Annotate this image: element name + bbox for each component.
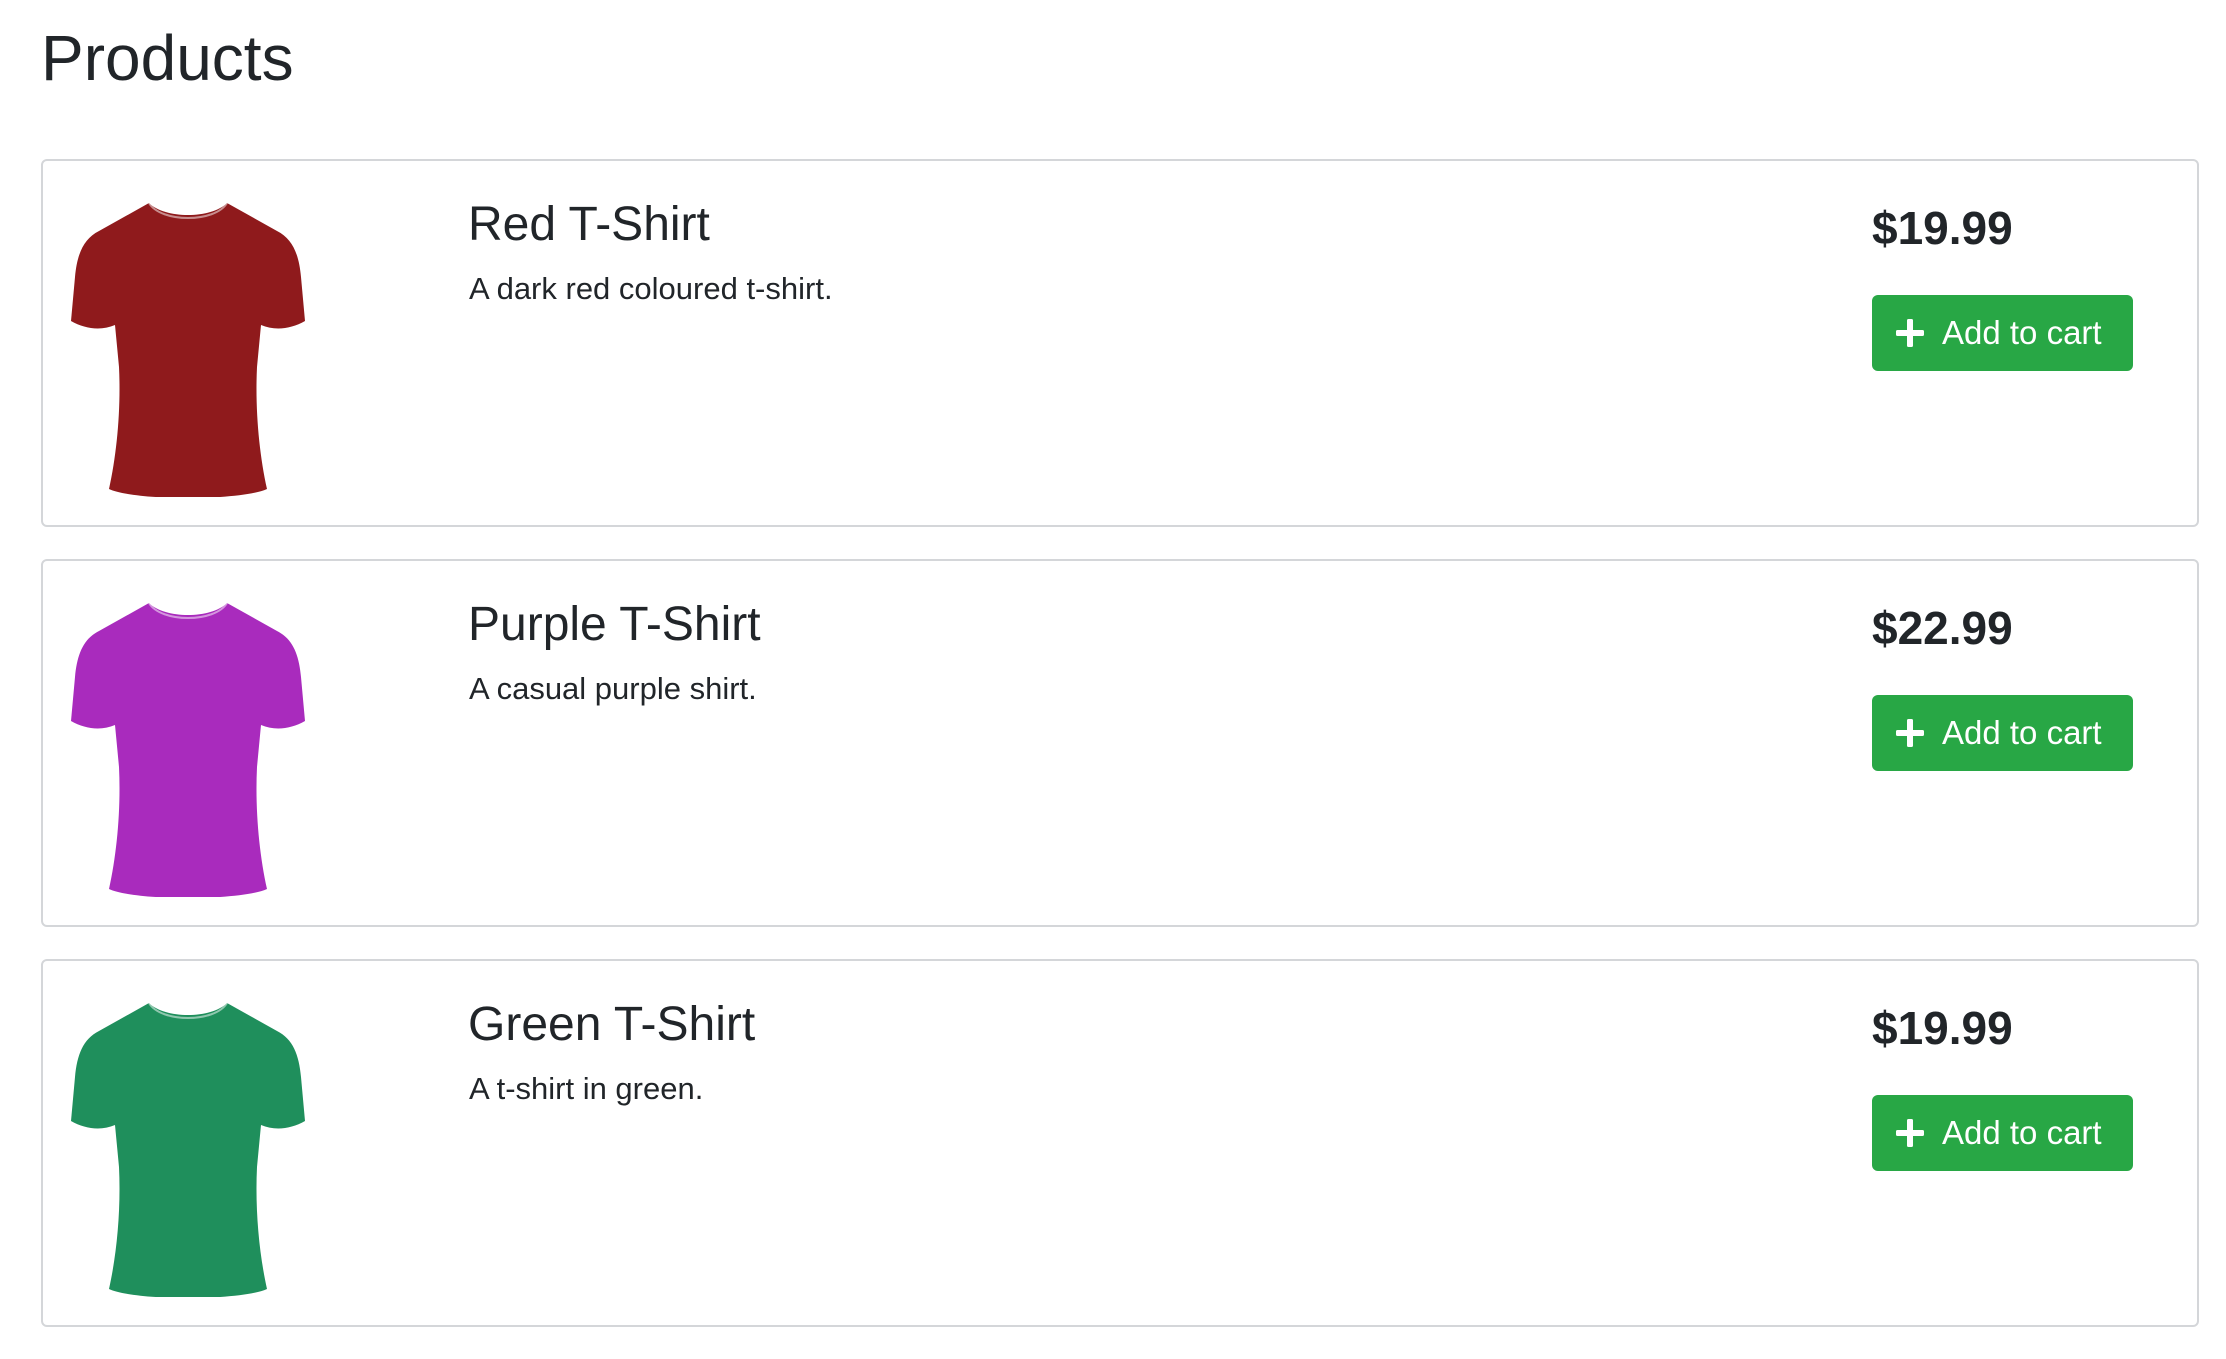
product-card: Purple T-Shirt A casual purple shirt. $2… <box>41 559 2199 927</box>
plus-icon <box>1896 319 1924 347</box>
product-description: A dark red coloured t-shirt. <box>469 271 833 306</box>
product-price: $19.99 <box>1872 1002 2013 1054</box>
product-description: A casual purple shirt. <box>469 671 757 706</box>
page-title: Products <box>41 22 294 94</box>
add-to-cart-label: Add to cart <box>1942 314 2102 351</box>
product-card: Green T-Shirt A t-shirt in green. $19.99… <box>41 959 2199 1327</box>
products-page: Products Red T-Shirt A dark red coloured… <box>0 0 2226 1327</box>
product-card: Red T-Shirt A dark red coloured t-shirt.… <box>41 159 2199 527</box>
plus-icon <box>1896 719 1924 747</box>
product-description: A t-shirt in green. <box>469 1071 704 1106</box>
add-to-cart-button[interactable]: Add to cart <box>1872 1095 2133 1171</box>
product-price: $19.99 <box>1872 202 2013 254</box>
add-to-cart-label: Add to cart <box>1942 714 2102 751</box>
tshirt-icon <box>71 597 305 897</box>
product-name: Green T-Shirt <box>468 998 756 1051</box>
tshirt-icon <box>71 197 305 497</box>
plus-icon <box>1896 1119 1924 1147</box>
add-to-cart-button[interactable]: Add to cart <box>1872 695 2133 771</box>
product-name: Purple T-Shirt <box>468 598 761 651</box>
add-to-cart-button[interactable]: Add to cart <box>1872 295 2133 371</box>
tshirt-icon <box>71 997 305 1297</box>
product-name: Red T-Shirt <box>468 198 710 251</box>
add-to-cart-label: Add to cart <box>1942 1114 2102 1151</box>
product-price: $22.99 <box>1872 602 2013 654</box>
product-list: Red T-Shirt A dark red coloured t-shirt.… <box>41 159 2199 1359</box>
